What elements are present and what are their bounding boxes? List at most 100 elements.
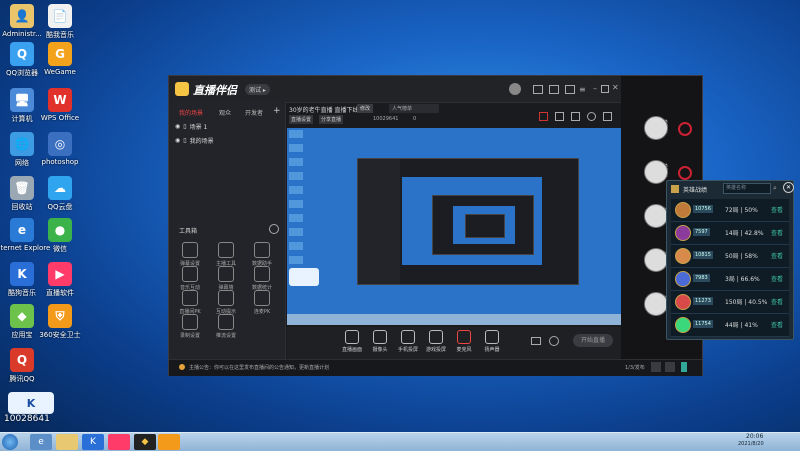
room-thumbnail[interactable]: [644, 248, 668, 272]
hero-row[interactable]: 10756 72局 | 50% 查看: [671, 199, 789, 222]
nested-window-3: [465, 214, 505, 238]
tool-icon: [254, 266, 270, 282]
eye-icon[interactable]: ◉: [175, 123, 180, 130]
edit-title-button[interactable]: 修改: [357, 104, 374, 113]
tool-button[interactable]: 数据助手: [247, 242, 277, 267]
record-ring-icon[interactable]: [678, 166, 692, 180]
cart-icon[interactable]: [555, 112, 564, 121]
tag-live-settings[interactable]: 直播设置: [289, 115, 314, 124]
tool-button[interactable]: 录制设置: [175, 314, 205, 339]
control-button[interactable]: 直播画面: [339, 330, 365, 353]
popup-search-input[interactable]: 英雄名称: [723, 183, 771, 194]
tool-button[interactable]: 数据统计: [247, 266, 277, 291]
desktop-icon[interactable]: 📄 酷我音乐: [32, 4, 88, 40]
desktop-icon-label: 微信: [53, 245, 67, 253]
desktop-icon[interactable]: ☁ QQ云盘: [32, 176, 88, 212]
tool-button[interactable]: 弹幕墙: [211, 266, 241, 291]
desktop-icon[interactable]: G WeGame: [32, 42, 88, 76]
tool-button[interactable]: 直播间PK: [175, 290, 205, 315]
add-scene-button[interactable]: +: [273, 106, 281, 116]
search-icon[interactable]: ⌕: [773, 184, 777, 193]
maximize-icon[interactable]: [601, 85, 609, 93]
desktop-icon[interactable]: ⛨ 360安全卫士: [32, 304, 88, 340]
video-icon[interactable]: [531, 337, 541, 345]
hero-view-link[interactable]: 查看: [771, 320, 783, 329]
tool-button[interactable]: 连麦PK: [247, 290, 277, 315]
mic-icon[interactable]: [681, 362, 687, 372]
hero-view-link[interactable]: 查看: [771, 274, 783, 283]
control-label: 摄像头: [372, 347, 388, 353]
lock-icon[interactable]: ▯: [183, 123, 186, 130]
tray-date: 2021/8/20: [738, 441, 764, 447]
tool-button[interactable]: 弹幕设置: [175, 242, 205, 267]
link-icon[interactable]: [571, 112, 580, 121]
hero-row[interactable]: 11273 150局 | 40.5% 查看: [671, 291, 789, 314]
tool-button[interactable]: 互动提示: [211, 290, 241, 315]
room-thumbnail[interactable]: [644, 204, 668, 228]
gift-box-icon[interactable]: [539, 112, 548, 121]
hero-view-link[interactable]: 查看: [771, 205, 783, 214]
start-live-button[interactable]: 开始直播: [573, 334, 613, 347]
gift-icon[interactable]: [565, 85, 575, 94]
control-button[interactable]: 手机投屏: [395, 330, 421, 353]
ranking-field[interactable]: 人气榜单: [389, 104, 439, 113]
pin-icon[interactable]: [665, 362, 675, 372]
hero-row[interactable]: 10815 50局 | 58% 查看: [671, 245, 789, 268]
control-icon: [401, 330, 415, 344]
tool-button[interactable]: 主播工具: [211, 242, 241, 267]
tag-share[interactable]: 分享直播: [319, 115, 344, 124]
hero-row[interactable]: 11754 44局 | 41% 查看: [671, 314, 789, 337]
record-ring-icon[interactable]: [678, 122, 692, 136]
tool-label: 推流设置: [215, 333, 236, 339]
eye-icon[interactable]: ◉: [175, 137, 180, 144]
taskbar-app-icon[interactable]: ◆: [134, 434, 156, 450]
control-button[interactable]: 摄像头: [367, 330, 393, 353]
menu-icon[interactable]: ≡: [579, 85, 586, 94]
desktop-app-icon: ●: [48, 218, 72, 242]
desktop-icon[interactable]: ◎ photoshop: [32, 132, 88, 166]
hero-row[interactable]: 7983 3局 | 66.6% 查看: [671, 268, 789, 291]
scene-item[interactable]: ◉ ▯ 场景 1: [175, 122, 207, 131]
avatar[interactable]: [509, 83, 521, 95]
desktop-icon[interactable]: W WPS Office: [32, 88, 88, 122]
minimize-icon[interactable]: –: [593, 84, 597, 93]
room-thumbnail[interactable]: [644, 160, 668, 184]
lock-icon[interactable]: ▯: [183, 137, 186, 144]
hero-row[interactable]: 7597 14局 | 42.8% 查看: [671, 222, 789, 245]
bell-icon[interactable]: [587, 112, 596, 121]
tab-audience[interactable]: 观众: [219, 108, 231, 117]
taskbar-kugou-icon[interactable]: K: [82, 434, 104, 450]
taskbar-live-icon[interactable]: [108, 434, 130, 450]
skin-icon[interactable]: [549, 85, 559, 94]
control-button[interactable]: 扬声器: [479, 330, 505, 353]
settings-gear-icon[interactable]: [549, 336, 559, 346]
live-preview[interactable]: [287, 128, 621, 325]
desktop-icon[interactable]: ▶ 直播软件: [32, 262, 88, 298]
share-icon[interactable]: [603, 112, 612, 121]
desktop-icon[interactable]: ● 微信: [32, 218, 88, 254]
tab-developer[interactable]: 开发者: [245, 108, 263, 117]
taskbar-folder-icon[interactable]: [56, 434, 78, 450]
control-button[interactable]: 游戏投屏: [423, 330, 449, 353]
scene-item[interactable]: ◉ ▯ 我的场景: [175, 136, 214, 145]
tool-button[interactable]: 音乐互动: [175, 266, 205, 291]
hero-view-link[interactable]: 查看: [771, 228, 783, 237]
toolbox-toggle-icon[interactable]: [269, 224, 279, 234]
room-thumbnail[interactable]: [644, 116, 668, 140]
hero-view-link[interactable]: 查看: [771, 297, 783, 306]
tool-button[interactable]: 推流设置: [211, 314, 241, 339]
taskbar-qq-icon[interactable]: [158, 434, 180, 450]
message-icon[interactable]: [533, 85, 543, 94]
tab-scenes[interactable]: 我的场景: [179, 108, 203, 117]
desktop-icon[interactable]: Q 腾讯QQ: [0, 348, 50, 384]
control-button[interactable]: 麦克风: [451, 330, 477, 353]
app-badge[interactable]: 测试 ▸: [245, 84, 270, 95]
stream-room-item[interactable]: 在解说直播间1: [621, 116, 702, 144]
start-button[interactable]: [2, 434, 18, 450]
hero-view-link[interactable]: 查看: [771, 251, 783, 260]
close-icon[interactable]: ✕: [612, 83, 619, 92]
popup-close-button[interactable]: ✕: [783, 182, 794, 193]
room-thumbnail[interactable]: [644, 292, 668, 316]
chat-icon[interactable]: [651, 362, 661, 372]
taskbar-ie-icon[interactable]: e: [30, 434, 52, 450]
